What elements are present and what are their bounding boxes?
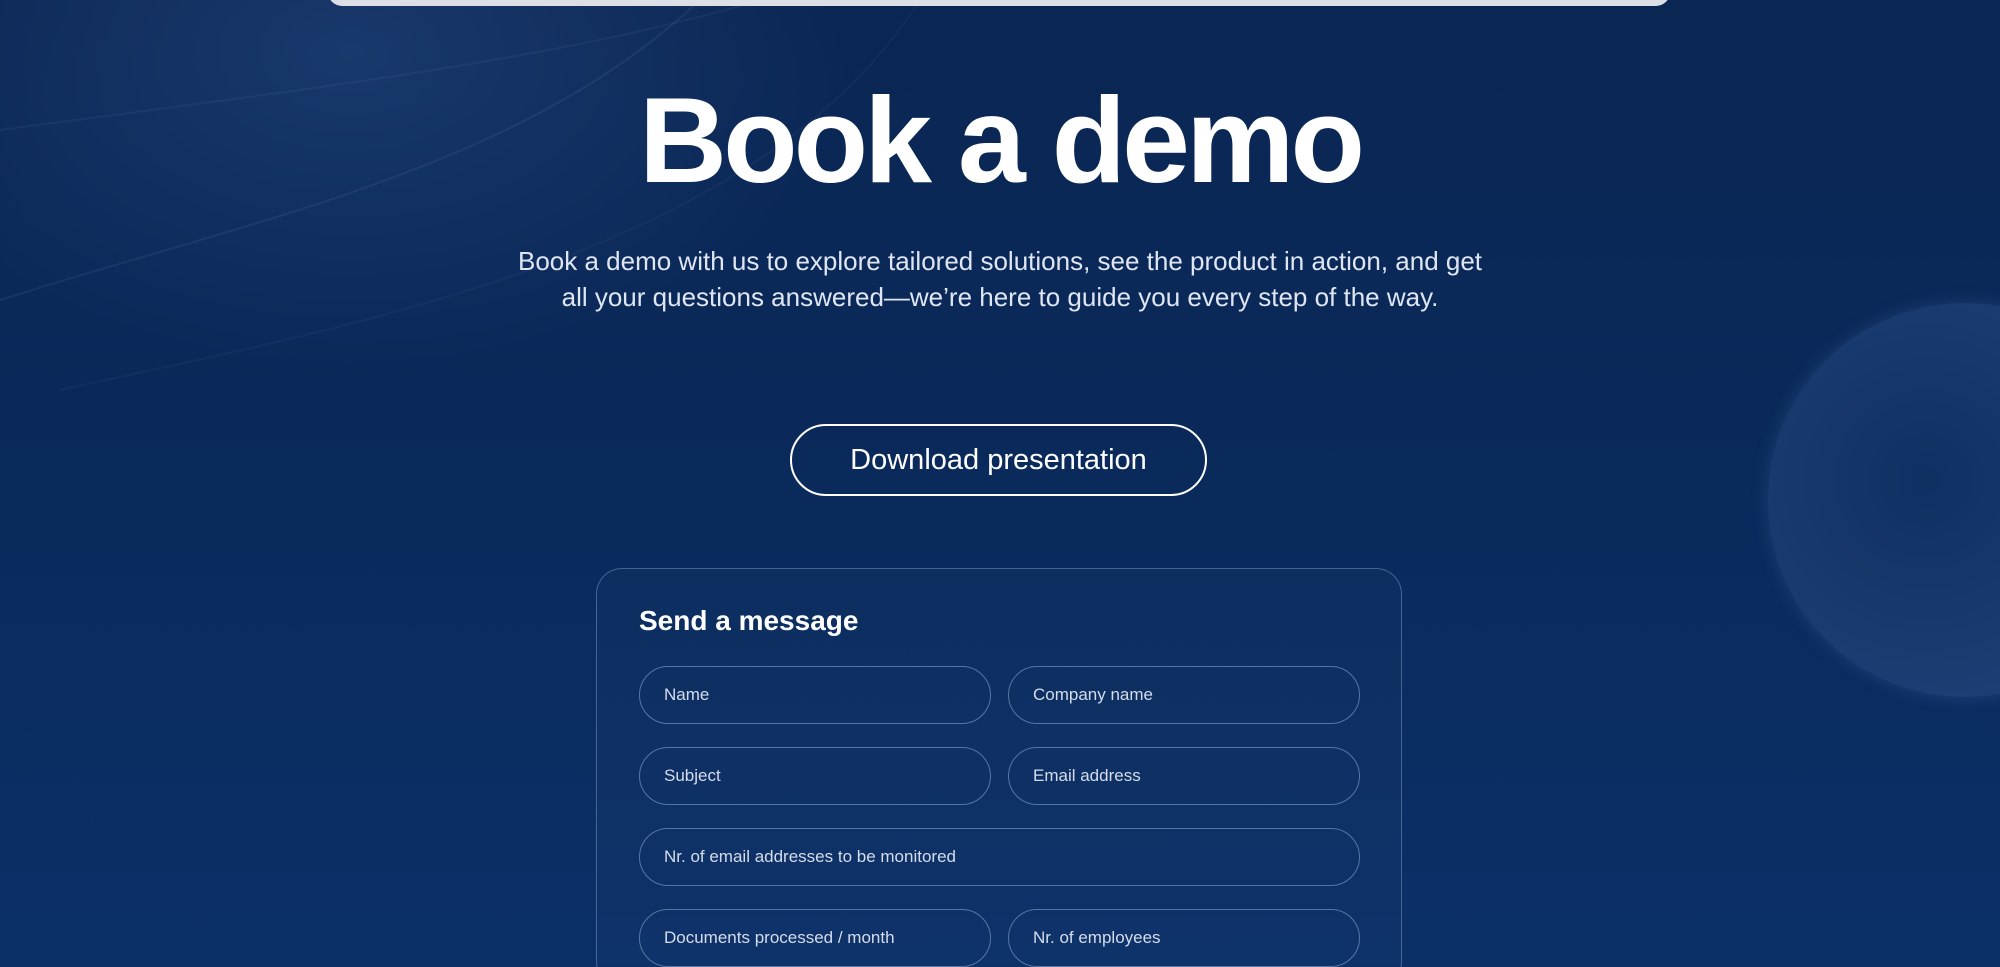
contact-form-card: Send a message: [596, 568, 1402, 967]
top-navigation-bar: [328, 0, 1670, 6]
employees-count-field[interactable]: [1008, 909, 1360, 967]
download-presentation-button[interactable]: Download presentation: [790, 424, 1207, 496]
email-address-field[interactable]: [1008, 747, 1360, 805]
page-subtitle: Book a demo with us to explore tailored …: [517, 246, 1483, 312]
email-addresses-count-field[interactable]: [639, 828, 1360, 886]
page-title: Book a demo: [638, 72, 1365, 208]
documents-per-month-field[interactable]: [639, 909, 991, 967]
decorative-orb: [1768, 303, 2000, 697]
subject-field[interactable]: [639, 747, 991, 805]
name-field[interactable]: [639, 666, 991, 724]
company-name-field[interactable]: [1008, 666, 1360, 724]
form-title: Send a message: [639, 605, 859, 636]
